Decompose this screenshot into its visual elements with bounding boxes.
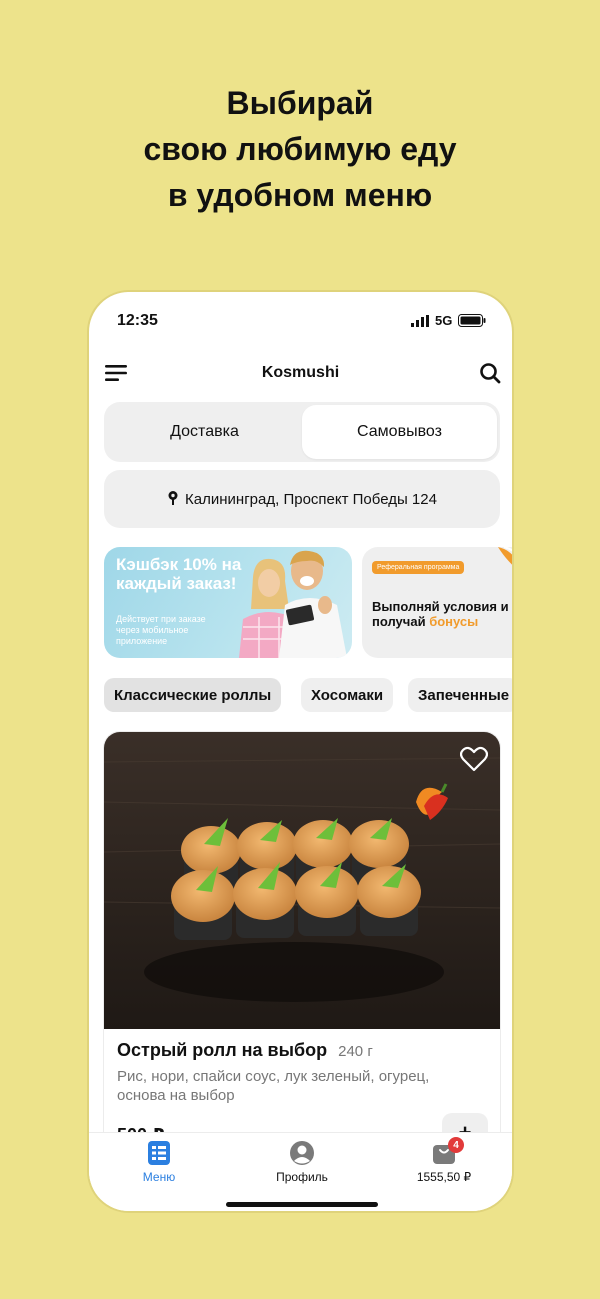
referral-accent-text: бонусы — [429, 614, 479, 629]
address-text: Калининград, Проспект Победы 124 — [185, 490, 437, 508]
pickup-tab[interactable]: Самовывоз — [302, 405, 497, 459]
cashback-title: Кэшбэк 10% на каждый заказ! — [116, 555, 242, 593]
headline-line-3: в удобном меню — [167, 177, 433, 213]
menu-list-icon — [148, 1141, 170, 1165]
delivery-mode-switch: Доставка Самовывоз — [104, 402, 500, 462]
promo-headline: Выбирай свою любимую еду в удобном меню — [0, 80, 600, 218]
bottom-tab-bar: Меню Профиль 4 1555,50 ₽ — [89, 1132, 512, 1211]
signal-icon — [411, 315, 429, 327]
tab-cart[interactable]: 4 1555,50 ₽ — [394, 1137, 494, 1184]
status-time: 12:35 — [117, 312, 158, 329]
product-title: Острый ролл на выбор — [117, 1040, 328, 1060]
phone-frame: 12:35 5G Kosmushi Доставка Самовывоз Кал… — [87, 290, 514, 1213]
product-image — [104, 732, 500, 1029]
tab-menu-label: Меню — [142, 1170, 176, 1184]
app-header: Kosmushi — [89, 358, 512, 392]
profile-icon — [290, 1141, 314, 1165]
search-icon[interactable] — [479, 362, 501, 384]
food-decoration — [498, 547, 512, 565]
status-bar: 12:35 5G — [89, 292, 512, 350]
referral-text: Выполняй условия и получай бонусы — [372, 599, 512, 629]
referral-banner[interactable]: Реферальная программа Выполняй условия и… — [362, 547, 512, 658]
tab-menu[interactable]: Меню — [109, 1141, 209, 1184]
product-description: Рис, нори, спайси соус, лук зеленый, огу… — [117, 1068, 430, 1104]
location-pin-icon — [168, 491, 178, 505]
network-type: 5G — [435, 313, 453, 328]
menu-icon[interactable] — [105, 364, 127, 382]
favorite-heart-icon[interactable] — [460, 746, 488, 772]
cart-total: 1555,50 ₽ — [416, 1170, 472, 1184]
headline-line-2: свою любимую еду — [143, 131, 457, 167]
tab-profile[interactable]: Профиль — [252, 1141, 352, 1184]
category-chip-hosomaki[interactable]: Хосомаки — [301, 678, 394, 712]
cashback-banner[interactable]: Кэшбэк 10% на каждый заказ! Действует пр… — [104, 547, 352, 658]
app-title: Kosmushi — [261, 364, 340, 381]
address-selector[interactable]: Калининград, Проспект Победы 124 — [104, 470, 500, 528]
home-indicator — [226, 1202, 378, 1207]
product-title-row: Острый ролл на выбор 240 г — [117, 1040, 373, 1061]
referral-tag: Реферальная программа — [372, 561, 465, 574]
battery-icon — [458, 314, 486, 327]
delivery-tab[interactable]: Доставка — [107, 405, 302, 459]
people-photo — [239, 550, 347, 658]
headline-line-1: Выбирай — [226, 85, 374, 121]
category-chip-classic-rolls[interactable]: Классические роллы — [104, 678, 282, 712]
product-weight: 240 г — [338, 1043, 373, 1060]
cart-count-badge: 4 — [448, 1137, 464, 1153]
cashback-subtitle: Действует при заказе через мобильное при… — [116, 614, 206, 646]
category-chip-baked[interactable]: Запеченные — [408, 678, 512, 712]
tab-profile-label: Профиль — [276, 1170, 328, 1184]
